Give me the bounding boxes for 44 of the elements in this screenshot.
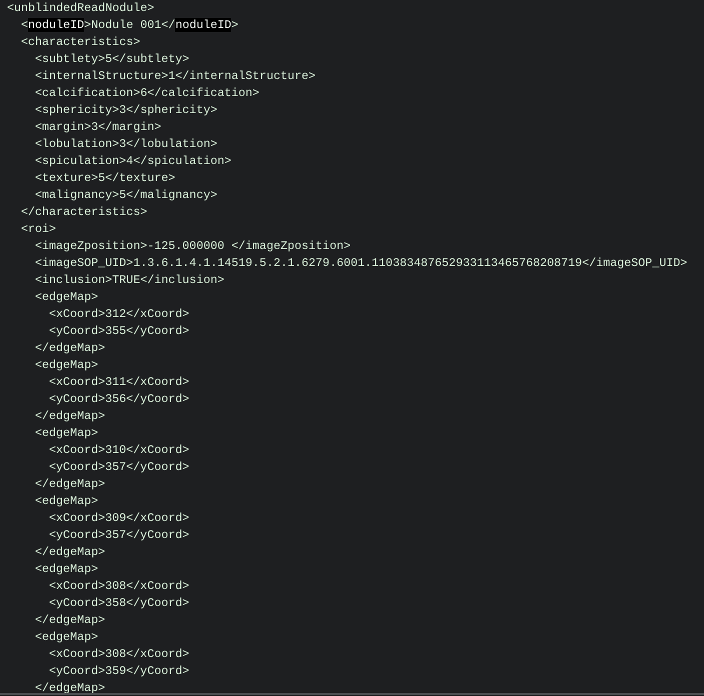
- code-line: <yCoord>358</yCoord>: [49, 596, 190, 610]
- code-line: <sphericity>3</sphericity>: [35, 103, 218, 117]
- code-line: <yCoord>357</yCoord>: [49, 460, 190, 474]
- code-line: </edgeMap>: [35, 409, 106, 423]
- code-line: <xCoord>311</xCoord>: [49, 375, 190, 389]
- code-line: <yCoord>357</yCoord>: [49, 528, 190, 542]
- code-line: <edgeMap>: [35, 358, 98, 372]
- code-line: <edgeMap>: [35, 290, 98, 304]
- code-line: <xCoord>312</xCoord>: [49, 307, 190, 321]
- code-line: <xCoord>310</xCoord>: [49, 443, 190, 457]
- code-line: <inclusion>TRUE</inclusion>: [35, 273, 224, 287]
- code-line: <xCoord>308</xCoord>: [49, 647, 190, 661]
- code-text: <: [21, 18, 28, 32]
- code-line: <malignancy>5</malignancy>: [35, 188, 218, 202]
- code-line: <calcification>6</calcification>: [35, 86, 260, 100]
- highlighted-text: noduleID: [175, 18, 232, 32]
- code-line: <internalStructure>1</internalStructure>: [35, 69, 316, 83]
- code-text: >: [231, 18, 238, 32]
- code-line: <imageSOP_UID>1.3.6.1.4.1.14519.5.2.1.6279.6001.110383487652933113465768208719</imageSOP_UID>: [35, 256, 688, 270]
- code-line: <spiculation>4</spiculation>: [35, 154, 232, 168]
- code-line: </edgeMap>: [35, 545, 106, 559]
- code-line: <yCoord>359</yCoord>: [49, 664, 190, 678]
- code-line: <characteristics>: [21, 35, 140, 49]
- code-line: </edgeMap>: [35, 613, 106, 627]
- code-line: <yCoord>356</yCoord>: [49, 392, 190, 406]
- code-line: <texture>5</texture>: [35, 171, 176, 185]
- code-line: <lobulation>3</lobulation>: [35, 137, 218, 151]
- code-line: </edgeMap>: [35, 341, 106, 355]
- code-line: <edgeMap>: [35, 426, 98, 440]
- code-line: </edgeMap>: [35, 477, 106, 491]
- code-text: >Nodule 001</: [84, 18, 176, 32]
- code-line: <xCoord>308</xCoord>: [49, 579, 190, 593]
- code-line: <edgeMap>: [35, 630, 98, 644]
- code-line: <margin>3</margin>: [35, 120, 162, 134]
- highlighted-text: noduleID: [28, 18, 84, 32]
- code-line: <xCoord>309</xCoord>: [49, 511, 190, 525]
- code-line: <yCoord>355</yCoord>: [49, 324, 190, 338]
- code-line: <edgeMap>: [35, 562, 98, 576]
- code-line: <subtlety>5</subtlety>: [35, 52, 190, 66]
- code-line: <imageZposition>-125.000000 </imageZposition>: [35, 239, 351, 253]
- code-line: <roi>: [21, 222, 56, 236]
- code-line: <edgeMap>: [35, 494, 98, 508]
- code-line: <unblindedReadNodule>: [7, 1, 154, 15]
- code-line: </characteristics>: [21, 205, 148, 219]
